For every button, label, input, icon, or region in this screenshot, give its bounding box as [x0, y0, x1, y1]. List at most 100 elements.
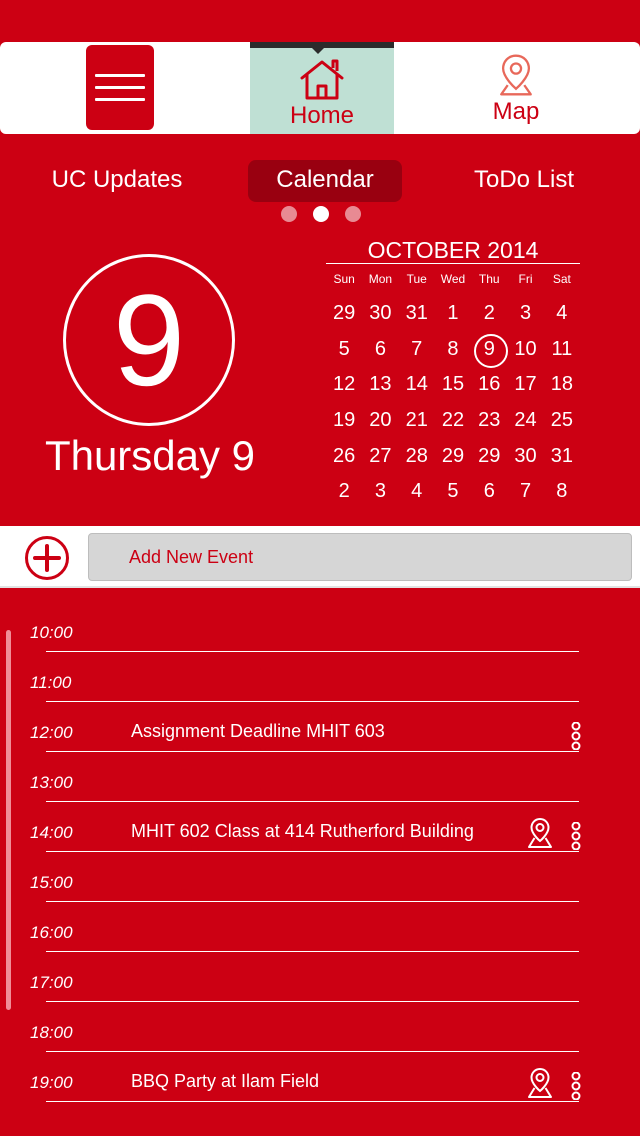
calendar-day[interactable]: 17	[507, 373, 543, 396]
calendar-week-row: 2345678	[326, 474, 580, 510]
calendar-day[interactable]: 16	[471, 373, 507, 396]
calendar-day[interactable]: 3	[362, 480, 398, 503]
timeline-slot[interactable]: 17:00	[0, 953, 640, 1003]
calendar-day[interactable]: 1	[435, 302, 471, 325]
calendar-day[interactable]: 15	[435, 373, 471, 396]
calendar-day[interactable]: 29	[326, 302, 362, 325]
day-timeline: 10:00 11:00 12:00 Assignment Deadline MHIT …	[0, 603, 640, 1103]
calendar-day[interactable]: 2	[471, 302, 507, 325]
calendar-day[interactable]: 31	[544, 445, 580, 468]
calendar-day[interactable]: 28	[399, 445, 435, 468]
calendar-day[interactable]: 20	[362, 409, 398, 432]
timeline-slot[interactable]: 11:00	[0, 653, 640, 703]
menu-line	[95, 86, 145, 89]
today-number-circle: 9	[63, 254, 235, 426]
add-event-input[interactable]: Add New Event	[88, 533, 632, 581]
calendar-day[interactable]: 10	[507, 338, 543, 361]
calendar-day[interactable]: 7	[399, 338, 435, 361]
calendar-day[interactable]: 12	[326, 373, 362, 396]
calendar-week-row: 19 20 21 22 23 24 25	[326, 403, 580, 439]
weekday-label: Thu	[478, 272, 500, 286]
weekday-label: Sat	[552, 272, 571, 286]
calendar-grid: 29 30 31 1 2 3 4 5 6 7 8 9 10 11 12 13 14 15 16 17 18 19 20 21 2…	[326, 296, 580, 510]
slot-divider	[46, 901, 579, 902]
calendar-day[interactable]: 2	[326, 480, 362, 503]
more-options-icon[interactable]	[570, 1071, 582, 1101]
calendar-day[interactable]: 18	[544, 373, 580, 396]
slot-time: 14:00	[30, 823, 73, 842]
tab-calendar[interactable]: Calendar	[248, 160, 402, 202]
calendar-day[interactable]: 19	[326, 409, 362, 432]
menu-line	[95, 98, 145, 101]
calendar-day[interactable]: 22	[435, 409, 471, 432]
page-dot[interactable]	[345, 206, 361, 222]
weekday-label: Tue	[406, 272, 427, 286]
calendar-day[interactable]: 25	[544, 409, 580, 432]
calendar-day[interactable]: 27	[362, 445, 398, 468]
timeline-slot[interactable]: 18:00	[0, 1003, 640, 1053]
timeline-slot[interactable]: 13:00	[0, 753, 640, 803]
calendar-day[interactable]: 26	[326, 445, 362, 468]
calendar-week-row: 26 27 28 29 29 30 31	[326, 438, 580, 474]
slot-divider	[46, 851, 579, 852]
calendar-day[interactable]: 29	[435, 445, 471, 468]
page-dot[interactable]	[281, 206, 297, 222]
calendar-day[interactable]: 14	[399, 373, 435, 396]
menu-line	[95, 74, 145, 77]
slot-divider	[46, 701, 579, 702]
calendar-day[interactable]: 8	[435, 338, 471, 361]
slot-time: 11:00	[30, 673, 72, 692]
timeline-slot[interactable]: 16:00	[0, 903, 640, 953]
more-options-icon[interactable]	[570, 821, 582, 851]
calendar-day[interactable]: 8	[544, 480, 580, 503]
active-indicator	[312, 48, 324, 54]
calendar-day[interactable]: 21	[399, 409, 435, 432]
location-pin-icon[interactable]	[527, 1067, 553, 1099]
top-navigation-bar: Home Map	[0, 42, 640, 134]
home-tab-label: Home	[289, 102, 355, 129]
slot-divider	[46, 751, 579, 752]
page-dot-active[interactable]	[313, 206, 329, 222]
location-pin-icon[interactable]	[527, 817, 553, 849]
slot-divider	[46, 651, 579, 652]
timeline-slot[interactable]: 14:00 MHIT 602 Class at 414 Rutherford Bu…	[0, 803, 640, 853]
calendar-day[interactable]: 4	[544, 302, 580, 325]
event-title[interactable]: Assignment Deadline MHIT 603	[131, 721, 385, 742]
add-circle-icon[interactable]	[24, 535, 70, 581]
event-title[interactable]: BBQ Party at Ilam Field	[131, 1071, 319, 1092]
nav-tab-map[interactable]: Map	[444, 48, 588, 134]
slot-time: 17:00	[30, 973, 73, 992]
calendar-week-row: 12 13 14 15 16 17 18	[326, 367, 580, 403]
timeline-slot[interactable]: 15:00	[0, 853, 640, 903]
slot-divider	[46, 1001, 579, 1002]
tab-uc-updates[interactable]: UC Updates	[40, 160, 194, 202]
calendar-day[interactable]: 5	[326, 338, 362, 361]
more-options-icon[interactable]	[570, 721, 582, 751]
timeline-slot[interactable]: 10:00	[0, 603, 640, 653]
tab-todo-list[interactable]: ToDo List	[460, 160, 588, 202]
weekday-label: Sun	[333, 272, 355, 286]
calendar-day[interactable]: 23	[471, 409, 507, 432]
timeline-slot[interactable]: 19:00 BBQ Party at Ilam Field	[0, 1053, 640, 1103]
calendar-day[interactable]: 13	[362, 373, 398, 396]
calendar-day[interactable]: 30	[362, 302, 398, 325]
nav-tab-home[interactable]: Home	[250, 42, 394, 134]
calendar-day[interactable]: 5	[435, 480, 471, 503]
calendar-day[interactable]: 7	[507, 480, 543, 503]
calendar-day-selected[interactable]: 9	[471, 334, 509, 369]
month-title: OCTOBER 2014	[326, 236, 580, 264]
today-label: Thursday 9	[44, 432, 256, 479]
event-title[interactable]: MHIT 602 Class at 414 Rutherford Buildin…	[131, 821, 474, 842]
calendar-day[interactable]: 6	[471, 480, 507, 503]
today-number: 9	[112, 267, 186, 413]
calendar-day[interactable]: 29	[471, 445, 507, 468]
timeline-slot[interactable]: 12:00 Assignment Deadline MHIT 603	[0, 703, 640, 753]
calendar-day[interactable]: 30	[507, 445, 543, 468]
calendar-day[interactable]: 3	[507, 302, 543, 325]
hamburger-menu-button[interactable]	[86, 45, 154, 130]
calendar-day[interactable]: 6	[362, 338, 398, 361]
calendar-day[interactable]: 24	[507, 409, 543, 432]
calendar-day[interactable]: 31	[399, 302, 435, 325]
calendar-day[interactable]: 4	[399, 480, 435, 503]
calendar-day[interactable]: 11	[544, 338, 580, 361]
